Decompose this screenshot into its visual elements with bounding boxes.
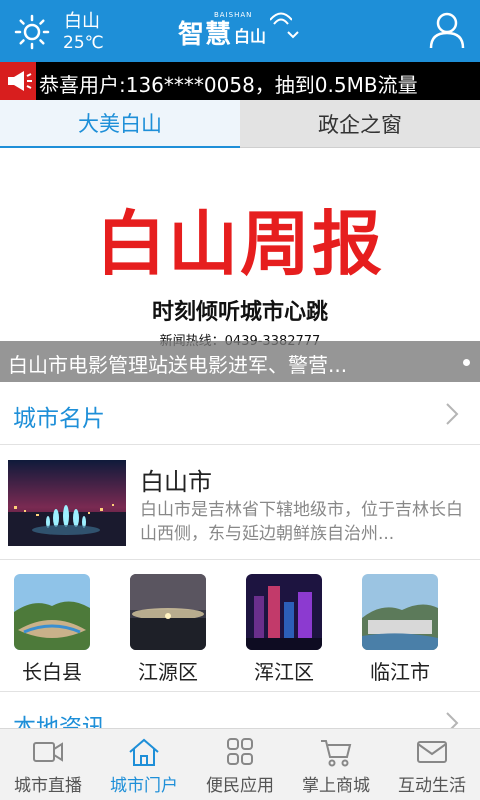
district-label-hunjiang: 浑江区 [254, 660, 314, 684]
megaphone-icon [8, 71, 32, 91]
banner-caption-bar[interactable]: 白山市电影管理站送电影进军、警营... [0, 341, 480, 382]
logo-sub-text: 白山 [234, 27, 267, 46]
district-item-jiangyuan[interactable]: 江源区 [130, 574, 206, 685]
district-image-jiangyuan [130, 574, 206, 650]
sun-weather-icon[interactable] [14, 14, 50, 50]
nav-city-portal[interactable]: 城市门户 [96, 729, 192, 800]
district-image-changbai [14, 574, 90, 650]
logo-main-text: 智慧 [178, 19, 233, 50]
main-tabs: 大美白山 政企之窗 [0, 100, 480, 148]
chevron-right-icon [446, 403, 459, 425]
district-item-linjiang[interactable]: 临江市 [362, 574, 438, 685]
section-title-city-card: 城市名片 [13, 406, 105, 432]
tab-government-window[interactable]: 政企之窗 [240, 100, 480, 148]
ticker-message: 恭喜用户:136****0058，抽到0.5MB流量 [39, 73, 418, 97]
nav-label-mobile-mall: 掌上商城 [302, 776, 370, 796]
city-name: 白山 [64, 11, 100, 32]
district-image-hunjiang [246, 574, 322, 650]
chevron-down-icon[interactable] [286, 30, 300, 40]
home-icon [129, 738, 159, 766]
nav-convenience-apps[interactable]: 便民应用 [192, 729, 288, 800]
feature-title: 白山市 [140, 468, 212, 496]
app-logo[interactable]: 智慧 白山 BAISHAN [178, 11, 292, 50]
nav-label-convenience-apps: 便民应用 [206, 776, 274, 796]
city-night-thumbnail [8, 460, 126, 546]
announcement-ticker[interactable]: 恭喜用户:136****0058，抽到0.5MB流量 [0, 62, 480, 100]
video-camera-icon [33, 742, 63, 762]
cart-icon [321, 740, 352, 767]
nav-label-city-portal: 城市门户 [110, 776, 178, 796]
apps-grid-icon [227, 738, 253, 765]
user-profile-icon[interactable] [428, 10, 466, 50]
signal-wave-icon [270, 12, 292, 25]
nav-label-city-live: 城市直播 [14, 776, 82, 796]
temperature: 25℃ [63, 33, 104, 53]
city-feature-item[interactable]: 白山市 白山市是吉林省下辖地级市，位于吉林长白山西侧，东与延边朝鲜族自治州... [0, 446, 480, 560]
district-image-linjiang [362, 574, 438, 650]
nav-label-interactive-life: 互动生活 [398, 776, 466, 796]
feature-description: 白山市是吉林省下辖地级市，位于吉林长白山西侧，东与延边朝鲜族自治州... [140, 500, 463, 544]
banner-caption-text: 白山市电影管理站送电影进军、警营... [8, 353, 348, 377]
megaphone-badge [0, 62, 36, 100]
nav-mobile-mall[interactable]: 掌上商城 [288, 729, 384, 800]
district-grid: 长白县 江源区 浑江区 临江市 [0, 560, 480, 692]
news-banner-carousel[interactable]: 白山周报 时刻倾听城市心跳 新闻热线：0439-3382777 白山市电影管理站… [0, 148, 480, 382]
district-label-jiangyuan: 江源区 [138, 660, 198, 684]
nav-interactive-life[interactable]: 互动生活 [384, 729, 480, 800]
app-header: 白山 25℃ 智慧 白山 BAISHAN [0, 0, 480, 62]
carousel-indicator-dot[interactable] [463, 359, 470, 366]
district-label-linjiang: 临江市 [370, 660, 430, 684]
district-label-changbai: 长白县 [22, 660, 82, 684]
logo-en-text: BAISHAN [214, 11, 253, 19]
district-item-changbai[interactable]: 长白县 [14, 574, 90, 685]
banner-title: 白山周报 [96, 203, 384, 285]
section-city-card[interactable]: 城市名片 [0, 383, 480, 445]
district-item-hunjiang[interactable]: 浑江区 [246, 574, 322, 685]
bottom-navigation: 城市直播 城市门户 便民应用 掌上商城 互动生活 [0, 728, 480, 800]
mail-icon [417, 741, 447, 763]
nav-city-live[interactable]: 城市直播 [0, 729, 96, 800]
tab-beautiful-baishan[interactable]: 大美白山 [0, 100, 240, 148]
banner-slogan: 时刻倾听城市心跳 [151, 300, 328, 325]
